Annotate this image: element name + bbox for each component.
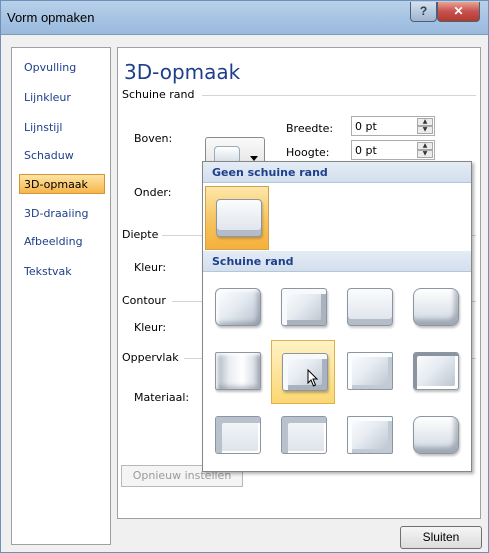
bevel-option-art-deco[interactable] [403,404,467,468]
bevel-option-convex[interactable] [337,340,401,404]
bevel-option-relaxed-inset[interactable] [271,276,335,340]
bevel-none-icon [216,199,262,237]
page-title: 3D-opmaak [124,60,241,84]
bevel-option-soft-round[interactable] [271,340,335,404]
bevel-cool-slant-icon [413,288,459,326]
bottom-label: Onder: [134,186,172,199]
help-button[interactable]: ? [410,2,437,22]
close-window-button[interactable]: ✕ [437,2,480,22]
bevel-option-slope[interactable] [403,340,467,404]
nav-item-tekstvak[interactable]: Tekstvak [20,262,106,282]
surface-section-label: Oppervlak [122,351,179,364]
bevel-none-option[interactable] [205,186,269,250]
format-shape-window: Vorm opmaken ? ✕ Opvulling Lijnkleur Lij… [0,0,489,553]
bevel-convex-icon [347,352,393,390]
down-icon[interactable]: ▼ [417,150,433,158]
height-spinner[interactable]: 0 pt ▲ ▼ [351,140,435,160]
category-list: Opvulling Lijnkleur Lijnstijl Schaduw 3D… [11,47,111,545]
bevel-option-cross[interactable] [337,276,401,340]
nav-item-schaduw[interactable]: Schaduw [20,146,106,166]
bevel-cross-icon [347,288,393,326]
bevel-relaxed-inset-icon [281,288,327,326]
bevel-option-cool-slant[interactable] [403,276,467,340]
nav-item-lijnstijl[interactable]: Lijnstijl [20,118,106,138]
depth-color-label: Kleur: [134,261,167,274]
title-bar[interactable]: Vorm opmaken ? ✕ [1,1,488,35]
depth-section-label: Diepte [122,228,159,241]
bevel-slope-icon [413,352,459,390]
width-stepper[interactable]: ▲ ▼ [417,118,433,134]
bevel-option-hard-edge[interactable] [337,404,401,468]
contour-color-label: Kleur: [134,321,167,334]
close-button[interactable]: Sluiten [400,526,482,549]
bevel-angle-icon [215,352,261,390]
height-stepper[interactable]: ▲ ▼ [417,142,433,158]
bevel-gallery: Geen schuine rand Schuine rand [202,161,472,472]
bevel-soft-round-icon [282,353,328,391]
height-value: 0 pt [355,144,377,157]
bevel-option-angle[interactable] [205,340,269,404]
bevel-divot-icon [215,416,261,454]
nav-item-afbeelding[interactable]: Afbeelding [20,232,106,252]
bevel-option-riblet[interactable] [271,404,335,468]
width-spinner[interactable]: 0 pt ▲ ▼ [351,116,435,136]
contour-section-label: Contour [122,294,166,307]
nav-item-3d-opmaak[interactable]: 3D-opmaak [19,174,105,194]
nav-item-opvulling[interactable]: Opvulling [20,58,106,78]
down-icon[interactable]: ▼ [417,126,433,134]
bevel-art-deco-icon [413,416,459,454]
up-icon[interactable]: ▲ [417,118,433,126]
up-icon[interactable]: ▲ [417,142,433,150]
dialog: Vorm opmaken ? ✕ Opvulling Lijnkleur Lij… [0,0,489,553]
nav-item-3d-draaiing[interactable]: 3D-draaiing [20,204,106,224]
bevel-option-circle[interactable] [205,276,269,340]
width-label: Breedte: [286,122,334,135]
mouse-pointer-icon [307,369,319,387]
bevel-header: Schuine rand [203,251,471,272]
material-label: Materiaal: [134,391,190,404]
width-value: 0 pt [355,120,377,133]
window-title: Vorm opmaken [7,10,95,25]
nav-item-lijnkleur[interactable]: Lijnkleur [20,88,106,108]
no-bevel-header: Geen schuine rand [203,162,471,183]
bevel-hard-edge-icon [347,416,393,454]
bevel-riblet-icon [281,416,327,454]
bevel-option-divot[interactable] [205,404,269,468]
bevel-section-label: Schuine rand [122,88,195,101]
height-label: Hoogte: [286,146,330,159]
section-divider [202,95,476,96]
top-label: Boven: [134,132,173,145]
bevel-circle-icon [215,288,261,326]
